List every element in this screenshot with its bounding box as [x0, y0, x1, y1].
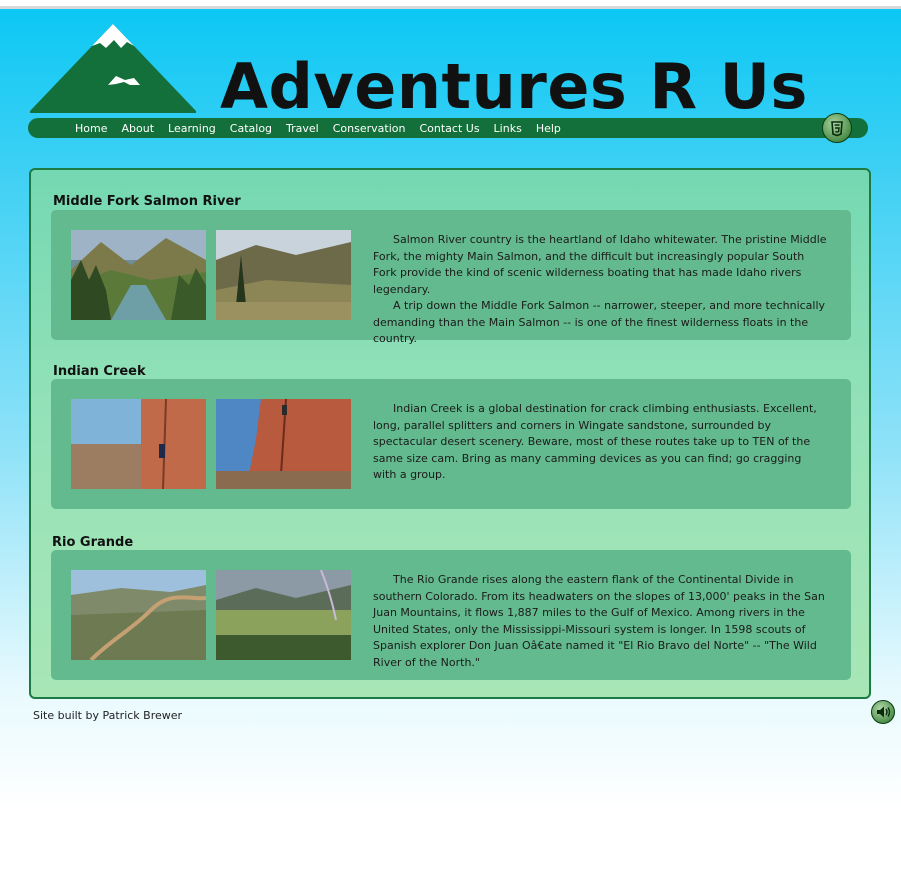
- mountain-logo: [30, 22, 198, 119]
- rio-grande-photo-2: [216, 570, 351, 660]
- section-text-indian-creek: Indian Creek is a global destination for…: [373, 401, 827, 484]
- main-nav: Home About Learning Catalog Travel Conse…: [75, 118, 575, 138]
- section-text-salmon: Salmon River country is the heartland of…: [373, 232, 827, 348]
- section-title-salmon: Middle Fork Salmon River: [53, 194, 241, 209]
- section-salmon: Salmon River country is the heartland of…: [51, 210, 851, 345]
- paragraph: Salmon River country is the heartland of…: [373, 233, 827, 296]
- paragraph: Indian Creek is a global destination for…: [373, 402, 817, 481]
- paragraph: The Rio Grande rises along the eastern f…: [373, 573, 825, 669]
- nav-learning[interactable]: Learning: [168, 122, 216, 135]
- indian-creek-photo-2: [216, 399, 351, 489]
- salmon-river-photo-2: [216, 230, 351, 320]
- nav-travel[interactable]: Travel: [286, 122, 319, 135]
- section-text-rio-grande: The Rio Grande rises along the eastern f…: [373, 572, 827, 671]
- indian-creek-photo-1: [71, 399, 206, 489]
- nav-links[interactable]: Links: [494, 122, 522, 135]
- paragraph: A trip down the Middle Fork Salmon -- na…: [373, 299, 826, 345]
- nav-help[interactable]: Help: [536, 122, 561, 135]
- nav-contact-us[interactable]: Contact Us: [419, 122, 479, 135]
- section-indian-creek: Indian Creek is a global destination for…: [51, 379, 851, 509]
- salmon-river-photo-1: [71, 230, 206, 320]
- nav-home[interactable]: Home: [75, 122, 107, 135]
- footer-credit: Site built by Patrick Brewer: [33, 709, 183, 722]
- speaker-icon[interactable]: [871, 700, 895, 724]
- html5-icon[interactable]: [822, 113, 852, 143]
- section-rio-grande: The Rio Grande rises along the eastern f…: [51, 550, 851, 680]
- site-title: Adventures R Us: [220, 50, 808, 123]
- content-panel: Middle Fork Salmon River Salmon River co…: [29, 168, 871, 699]
- section-title-rio-grande: Rio Grande: [52, 535, 134, 550]
- section-title-indian-creek: Indian Creek: [53, 364, 146, 379]
- rio-grande-photo-1: [71, 570, 206, 660]
- nav-conservation[interactable]: Conservation: [333, 122, 406, 135]
- nav-catalog[interactable]: Catalog: [230, 122, 272, 135]
- nav-about[interactable]: About: [121, 122, 154, 135]
